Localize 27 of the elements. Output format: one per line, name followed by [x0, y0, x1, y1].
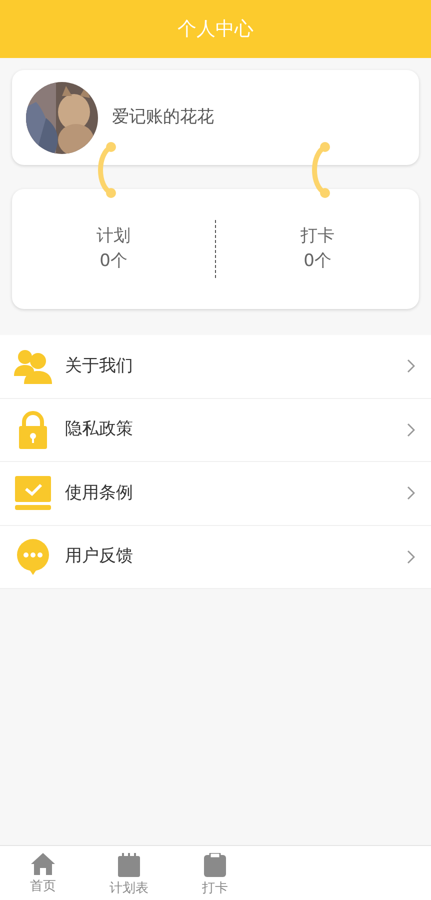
chevron-right-icon	[407, 422, 415, 437]
ring-connector-icon	[95, 142, 117, 198]
page-title: 个人中心	[178, 16, 254, 42]
chevron-right-icon	[407, 359, 415, 374]
menu-item[interactable]: 使用条例	[0, 462, 431, 526]
stat-label: 计划	[96, 224, 130, 248]
chevron-right-icon	[407, 486, 415, 500]
home-icon	[31, 853, 55, 875]
menu-label: 关于我们	[65, 354, 134, 378]
chevron-right-icon	[407, 550, 415, 564]
menu-label: 用户反馈	[65, 545, 134, 568]
menu-label: 隐私政策	[65, 418, 134, 441]
menu-item[interactable]: 关于我们	[0, 335, 431, 398]
people-icon	[14, 348, 52, 384]
stat-value: 0个	[100, 250, 128, 273]
stat-value: 0个	[304, 250, 332, 273]
stat-label: 打卡	[300, 224, 334, 248]
checkmark-screen-icon	[15, 476, 51, 510]
ring-connector-icon	[309, 142, 331, 198]
chat-bubble-icon	[16, 538, 50, 576]
clipboard-icon	[204, 853, 226, 877]
menu-label: 使用条例	[65, 482, 134, 504]
lock-icon	[17, 410, 49, 449]
menu-item[interactable]: 用户反馈	[0, 526, 431, 589]
user-name: 爱记账的花花	[112, 106, 214, 129]
menu-item[interactable]: 隐私政策	[0, 398, 431, 462]
notepad-icon	[118, 853, 140, 877]
